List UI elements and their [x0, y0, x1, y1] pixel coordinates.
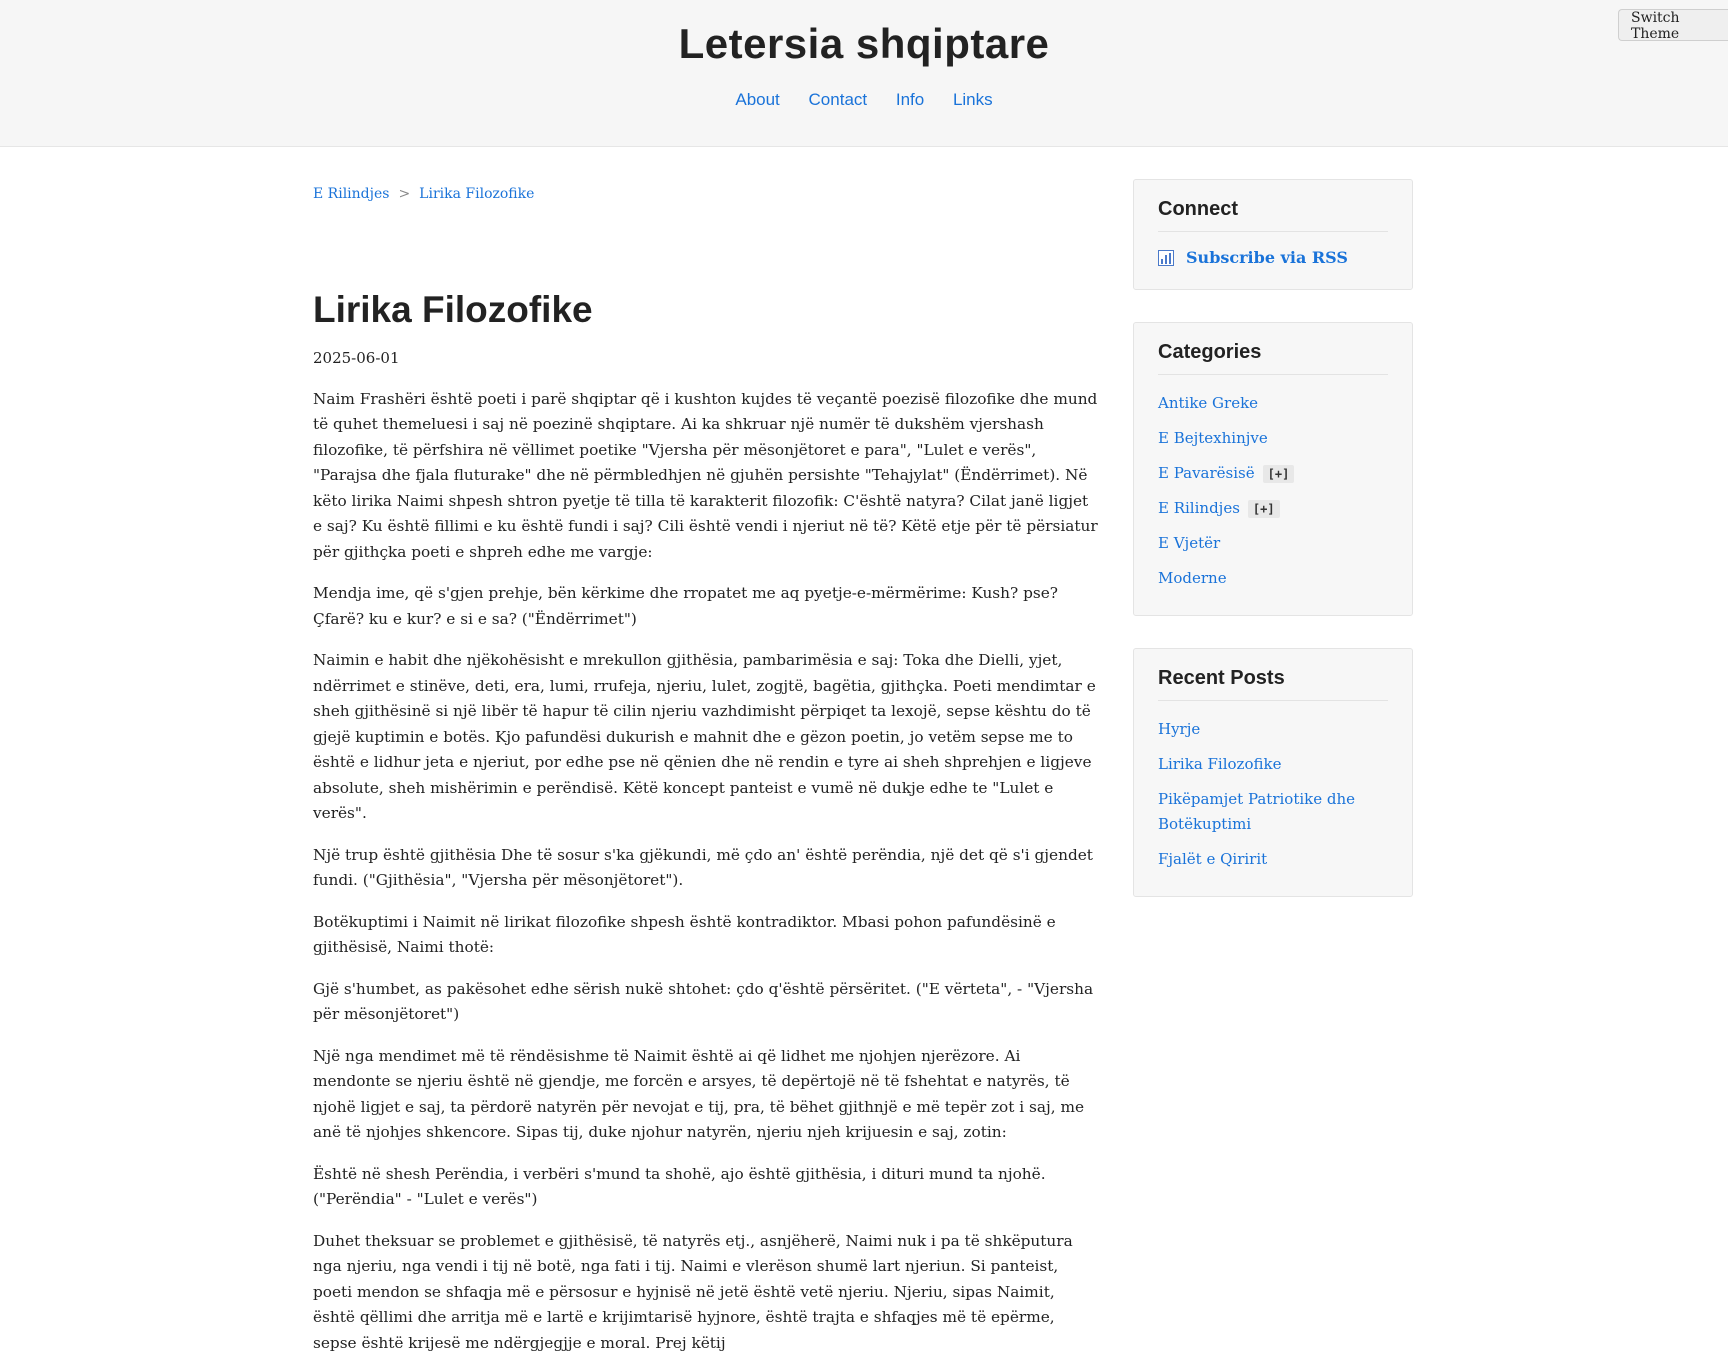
post-paragraph: Botëkuptimi i Naimit në lirikat filozofi…	[313, 912, 1056, 957]
post-paragraph: Naim Frashëri është poeti i parë shqipta…	[313, 389, 1098, 561]
category-item: E Bejtexhinjve	[1158, 426, 1388, 451]
nav-about[interactable]: About	[735, 90, 779, 109]
breadcrumb-item-lirika-filozofike[interactable]: Lirika Filozofike	[419, 186, 534, 202]
recent-post-pikepamjet-patriotike[interactable]: Pikëpamjet Patriotike dhe Botëkuptimi	[1158, 790, 1355, 833]
post-paragraph: Naimin e habit dhe njëkohësisht e mrekul…	[313, 651, 1096, 823]
category-item: E Pavarësisë [+]	[1158, 461, 1388, 486]
connect-widget: Connect Subscribe via RSS	[1133, 179, 1413, 290]
post-paragraph: Një nga mendimet më të rëndësishme të Na…	[313, 1046, 1085, 1142]
connect-title: Connect	[1158, 198, 1388, 232]
recent-posts-title: Recent Posts	[1158, 667, 1388, 701]
category-e-rilindjes[interactable]: E Rilindjes	[1158, 499, 1240, 517]
switch-theme-button[interactable]: Switch Theme	[1618, 9, 1728, 42]
category-item: Antike Greke	[1158, 391, 1388, 416]
main-nav: About Contact Info Links	[0, 90, 1728, 110]
recent-post-item: Lirika Filozofike	[1158, 752, 1388, 777]
nav-contact[interactable]: Contact	[809, 90, 868, 109]
nav-links[interactable]: Links	[953, 90, 993, 109]
rss-link[interactable]: Subscribe via RSS	[1158, 248, 1388, 267]
breadcrumb-item-e-rilindjes[interactable]: E Rilindjes	[313, 186, 389, 202]
subscribe-rss-link[interactable]: Subscribe via RSS	[1186, 248, 1348, 267]
main-content: E Rilindjes > Lirika Filozofike Lirika Fil…	[313, 186, 1100, 1372]
post-title: Lirika Filozofike	[313, 289, 593, 330]
category-moderne[interactable]: Moderne	[1158, 569, 1227, 587]
sidebar: Connect Subscribe via RSS Categories Ant…	[1133, 179, 1413, 929]
recent-post-item: Hyrje	[1158, 717, 1388, 742]
categories-widget: Categories Antike Greke E Bejtexhinjve E…	[1133, 322, 1413, 616]
site-title[interactable]: Letersia shqiptare	[0, 20, 1728, 68]
expand-toggle[interactable]: [+]	[1247, 500, 1280, 518]
recent-post-hyrje[interactable]: Hyrje	[1158, 720, 1200, 738]
nav-info[interactable]: Info	[896, 90, 924, 109]
category-e-vjeter[interactable]: E Vjetër	[1158, 534, 1220, 552]
category-e-bejtexhinjve[interactable]: E Bejtexhinjve	[1158, 429, 1268, 447]
recent-post-lirika-filozofike[interactable]: Lirika Filozofike	[1158, 755, 1281, 773]
expand-toggle[interactable]: [+]	[1262, 465, 1295, 483]
recent-post-item: Fjalët e Qiririt	[1158, 847, 1388, 872]
recent-post-item: Pikëpamjet Patriotike dhe Botëkuptimi	[1158, 787, 1388, 837]
post-paragraph: Duhet theksuar se problemet e gjithësisë…	[313, 1231, 1073, 1352]
post-date: 2025-06-01	[313, 348, 400, 367]
categories-title: Categories	[1158, 341, 1388, 375]
post-paragraph: Një trup është gjithësia Dhe të sosur s'…	[313, 845, 1093, 890]
category-antike-greke[interactable]: Antike Greke	[1158, 394, 1258, 412]
post-body: Naim Frashëri është poeti i parë shqipta…	[313, 387, 1100, 1357]
site-header: Letersia shqiptare About Contact Info Li…	[0, 0, 1728, 147]
category-item: Moderne	[1158, 566, 1388, 591]
recent-posts-widget: Recent Posts Hyrje Lirika Filozofike Pik…	[1133, 648, 1413, 897]
breadcrumb-separator: >	[398, 186, 411, 202]
recent-post-fjalet-e-qiririt[interactable]: Fjalët e Qiririt	[1158, 850, 1267, 868]
category-item: E Vjetër	[1158, 531, 1388, 556]
rss-icon	[1158, 249, 1174, 266]
post-paragraph: Gjë s'humbet, as pakësohet edhe sërish n…	[313, 979, 1094, 1024]
post-paragraph: Mendja ime, që s'gjen prehje, bën kërkim…	[313, 584, 1058, 628]
category-e-pavaresise[interactable]: E Pavarësisë	[1158, 464, 1255, 482]
category-item: E Rilindjes [+]	[1158, 496, 1388, 521]
breadcrumb: E Rilindjes > Lirika Filozofike	[313, 186, 1100, 202]
post-paragraph: Është në shesh Perëndia, i verbëri s'mun…	[313, 1164, 1046, 1209]
